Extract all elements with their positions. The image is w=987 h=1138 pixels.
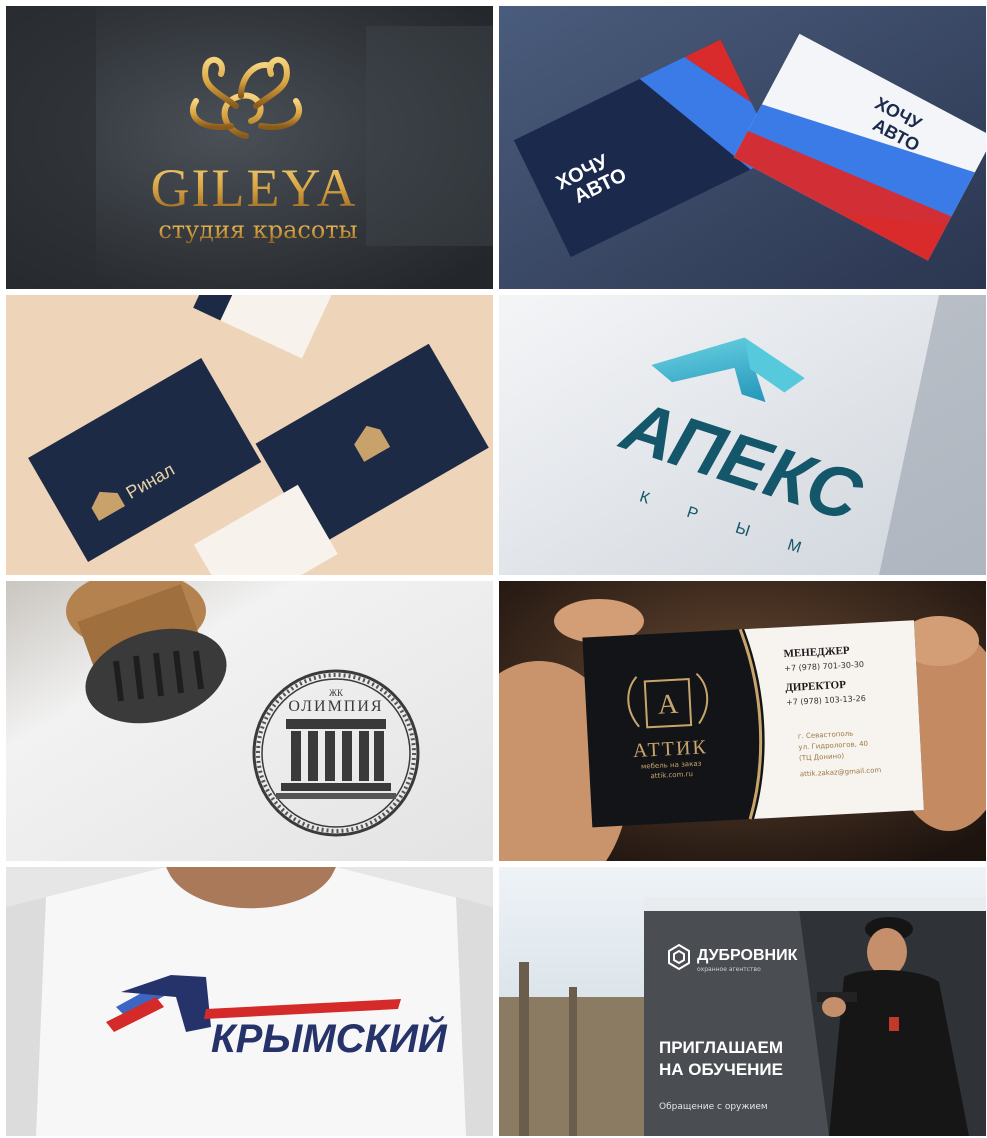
olimpia-photo: ЖК ОЛИМПИЯ bbox=[6, 581, 493, 861]
rinal-photo: Ринал bbox=[6, 295, 493, 575]
attik-photo: A АТТИК мебель на заказ attik.com.ru МЕН… bbox=[499, 581, 986, 861]
tile-krymsky: КРЫМСКИЙ bbox=[6, 867, 493, 1136]
tile-apex: АПЕКС К Р Ы М bbox=[499, 295, 986, 575]
apex-photo: АПЕКС К Р Ы М bbox=[499, 295, 986, 575]
dubrovnik-photo: ДУБРОВНИК охранное агентство ПРИГЛАШАЕМ … bbox=[499, 867, 986, 1136]
tile-rinal: Ринал bbox=[6, 295, 493, 575]
dubrovnik-brand: ДУБРОВНИК bbox=[697, 947, 798, 964]
krymsky-brand: КРЫМСКИЙ bbox=[211, 1014, 448, 1061]
dubrovnik-brand-sub: охранное агентство bbox=[697, 966, 761, 973]
attik-card: A АТТИК мебель на заказ attik.com.ru МЕН… bbox=[582, 620, 924, 828]
olimpia-prefix: ЖК bbox=[329, 688, 344, 698]
attik-brand: АТТИК bbox=[632, 736, 708, 762]
tile-hochu-avto: ХОЧУ АВТО ХОЧУ АВТО bbox=[499, 6, 986, 289]
tile-attik: A АТТИК мебель на заказ attik.com.ru МЕН… bbox=[499, 581, 986, 861]
tile-olimpia: ЖК ОЛИМПИЯ bbox=[6, 581, 493, 861]
dubrovnik-headline-2: НА ОБУЧЕНИЕ bbox=[659, 1060, 783, 1079]
dubrovnik-caption: Обращение с оружием bbox=[659, 1102, 768, 1112]
gileya-brand: GILEYA bbox=[151, 158, 358, 218]
dubrovnik-headline-1: ПРИГЛАШАЕМ bbox=[659, 1038, 783, 1057]
hochu-avto-photo: ХОЧУ АВТО ХОЧУ АВТО bbox=[499, 6, 986, 289]
krymsky-photo: КРЫМСКИЙ bbox=[6, 867, 493, 1136]
portfolio-grid: GILEYA студия красоты ХОЧУ АВТО ХОЧУ АВТ… bbox=[6, 6, 986, 1136]
tile-dubrovnik: ДУБРОВНИК охранное агентство ПРИГЛАШАЕМ … bbox=[499, 867, 986, 1136]
tile-gileya: GILEYA студия красоты bbox=[6, 6, 493, 289]
gileya-tagline: студия красоты bbox=[158, 216, 357, 244]
olimpia-brand: ОЛИМПИЯ bbox=[288, 698, 383, 715]
gileya-photo: GILEYA студия красоты bbox=[6, 6, 493, 289]
svg-text:A: A bbox=[657, 689, 680, 721]
